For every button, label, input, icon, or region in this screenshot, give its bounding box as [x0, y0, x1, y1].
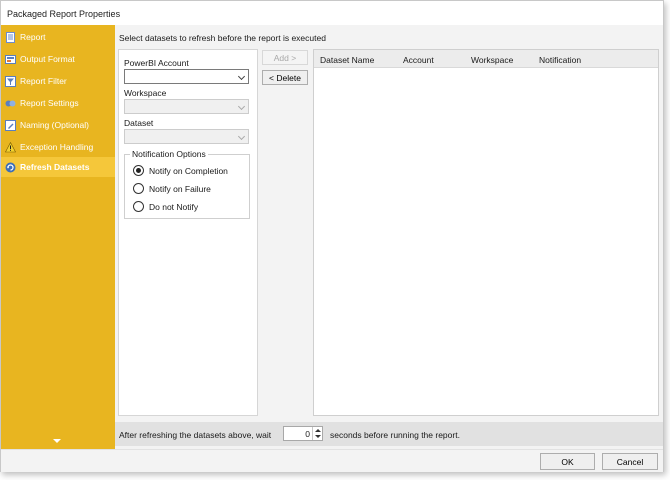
sidebar-item-refresh-datasets[interactable]: Refresh Datasets [1, 157, 115, 177]
instruction-text: Select datasets to refresh before the re… [119, 33, 326, 43]
settings-icon [5, 98, 16, 109]
wait-prefix-text: After refreshing the datasets above, wai… [119, 430, 272, 440]
sidebar-item-label: Report Settings [20, 98, 79, 108]
radio-unchecked-icon [133, 201, 144, 212]
window-title: Packaged Report Properties [1, 1, 663, 25]
chevron-down-icon [237, 132, 246, 141]
notify-on-completion-radio[interactable]: Notify on Completion [133, 165, 228, 176]
column-header-notification[interactable]: Notification [539, 55, 581, 65]
column-header-workspace[interactable]: Workspace [471, 55, 513, 65]
sidebar-item-label: Exception Handling [20, 142, 94, 152]
sidebar-item-label: Report Filter [20, 76, 67, 86]
sidebar-item-naming[interactable]: Naming (Optional) [1, 115, 115, 135]
grid-header: Dataset Name Account Workspace Notificat… [314, 50, 658, 68]
radio-unchecked-icon [133, 183, 144, 194]
sidebar-item-output-format[interactable]: Output Format [1, 49, 115, 69]
column-header-account[interactable]: Account [403, 55, 434, 65]
chevron-down-icon[interactable] [315, 435, 321, 438]
chevron-down-icon [237, 102, 246, 111]
sidebar-item-report[interactable]: Report [1, 27, 115, 47]
sidebar-item-label: Report [20, 32, 46, 42]
radio-label: Do not Notify [149, 201, 199, 212]
naming-icon [5, 119, 16, 131]
cancel-button[interactable]: Cancel [602, 453, 658, 470]
powerbi-account-label: PowerBI Account [124, 58, 189, 68]
packaged-report-properties-window: Packaged Report Properties Report Output… [0, 0, 664, 472]
warning-icon [5, 141, 16, 153]
wait-settings-bar: After refreshing the datasets above, wai… [115, 422, 663, 446]
wait-seconds-value: 0 [305, 429, 310, 439]
dialog-footer: OK Cancel [1, 449, 663, 472]
add-button[interactable]: Add > [262, 50, 308, 65]
powerbi-account-dropdown[interactable] [124, 69, 249, 84]
sidebar-item-report-settings[interactable]: Report Settings [1, 93, 115, 113]
dataset-selection-panel: PowerBI Account Workspace Dataset Notifi… [118, 49, 258, 416]
workspace-dropdown[interactable] [124, 99, 249, 114]
refresh-datasets-panel: Select datasets to refresh before the re… [115, 25, 663, 449]
workspace-label: Workspace [124, 88, 167, 98]
sidebar-item-label: Naming (Optional) [20, 120, 89, 130]
sidebar-item-exception-handling[interactable]: Exception Handling [1, 137, 115, 157]
filter-icon [5, 75, 16, 87]
sidebar-item-label: Refresh Datasets [20, 162, 90, 172]
chevron-down-icon[interactable] [53, 439, 61, 443]
notify-on-failure-radio[interactable]: Notify on Failure [133, 183, 211, 194]
sidebar-item-label: Output Format [20, 54, 75, 64]
dataset-dropdown[interactable] [124, 129, 249, 144]
sidebar: Report Output Format Report Filter Repor… [1, 25, 115, 449]
notification-options-title: Notification Options [130, 149, 208, 159]
chevron-up-icon[interactable] [315, 429, 321, 432]
radio-label: Notify on Failure [149, 183, 211, 194]
ok-button[interactable]: OK [540, 453, 595, 470]
datasets-grid[interactable]: Dataset Name Account Workspace Notificat… [313, 49, 659, 416]
radio-checked-icon [133, 165, 144, 176]
wait-seconds-stepper[interactable]: 0 [283, 426, 323, 441]
chevron-down-icon [237, 72, 246, 81]
refresh-icon [5, 162, 16, 173]
notification-options-group: Notification Options Notify on Completio… [124, 149, 250, 219]
do-not-notify-radio[interactable]: Do not Notify [133, 201, 198, 212]
column-header-dataset-name[interactable]: Dataset Name [320, 55, 374, 65]
sidebar-item-report-filter[interactable]: Report Filter [1, 71, 115, 91]
wait-suffix-text: seconds before running the report. [330, 430, 460, 440]
output-format-icon [5, 54, 16, 65]
delete-button[interactable]: < Delete [262, 70, 308, 85]
radio-label: Notify on Completion [149, 165, 228, 176]
dataset-label: Dataset [124, 118, 154, 128]
stepper-buttons[interactable] [312, 427, 322, 440]
report-icon [5, 31, 16, 43]
